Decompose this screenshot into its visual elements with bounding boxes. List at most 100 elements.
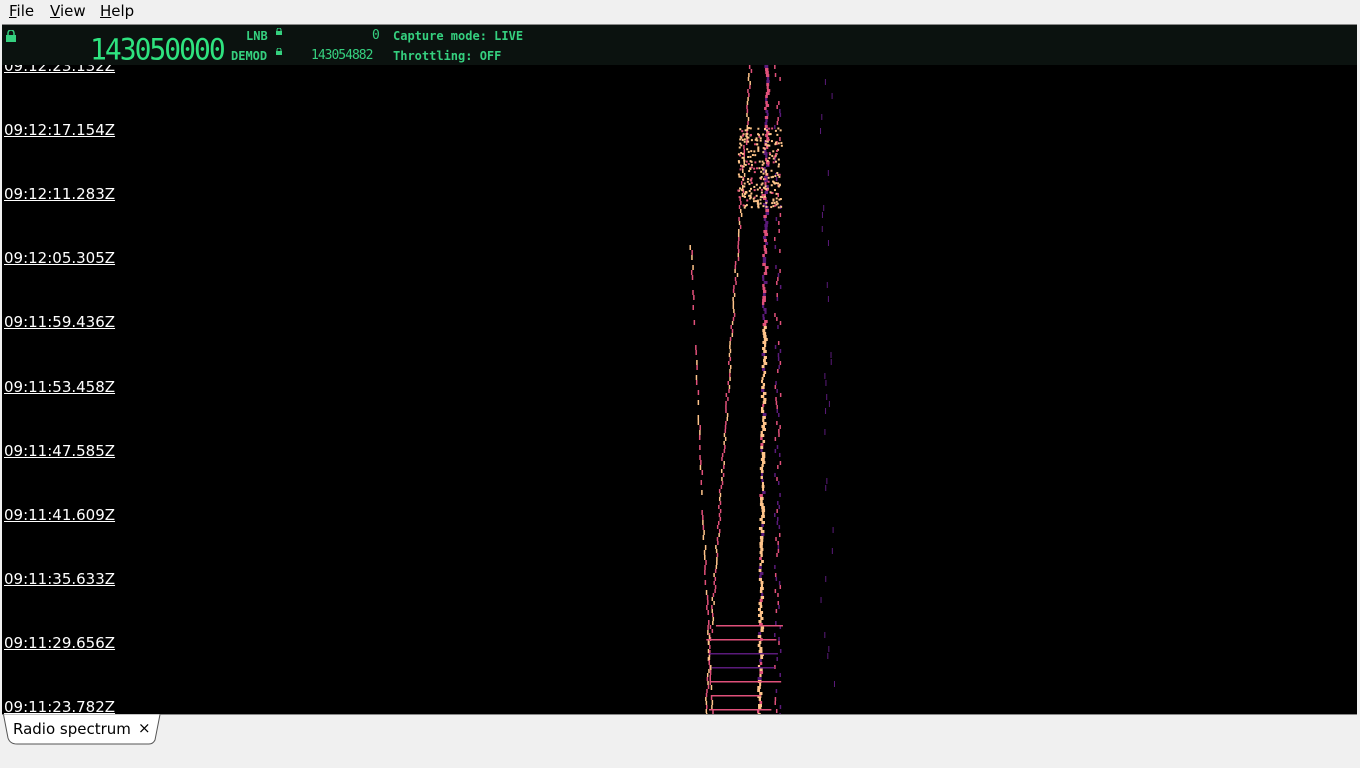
signal-trace	[776, 521, 779, 525]
signal-trace	[715, 549, 718, 553]
signal-trace	[774, 313, 776, 317]
signal-burst	[741, 134, 744, 137]
signal-trace	[763, 215, 767, 218]
signal-trace	[764, 311, 767, 314]
signal-trace	[735, 281, 737, 285]
signal-trace	[710, 665, 712, 670]
signal-trace	[821, 212, 823, 218]
signal-trace	[777, 353, 780, 357]
signal-trace	[764, 320, 768, 323]
signal-trace	[761, 512, 765, 515]
signal-burst	[764, 143, 767, 146]
signal-burst	[759, 139, 762, 142]
signal-trace	[723, 449, 726, 453]
signal-burst	[765, 129, 768, 132]
signal-burst	[745, 135, 748, 138]
signal-trace	[777, 357, 780, 361]
signal-trace	[778, 641, 780, 645]
signal-burst	[767, 163, 770, 166]
center-frequency[interactable]: 143050000	[90, 32, 226, 67]
signal-trace	[715, 545, 717, 549]
close-icon[interactable]: ×	[138, 719, 151, 737]
signal-trace	[732, 301, 735, 305]
signal-burst	[744, 195, 747, 198]
signal-trace	[704, 545, 707, 550]
signal-trace	[761, 533, 765, 536]
waterfall-view[interactable]: 09:12:23.132Z 09:12:17.154Z 09:12:11.283Z 0…	[2, 24, 1357, 715]
signal-trace	[821, 226, 823, 232]
signal-trace	[759, 575, 762, 578]
signal-trace	[779, 461, 782, 465]
signal-burst	[777, 206, 780, 209]
lnb-value[interactable]: 0	[372, 28, 380, 43]
signal-burst	[774, 204, 777, 207]
signal-trace	[761, 302, 765, 305]
signal-trace	[704, 555, 706, 560]
signal-trace	[700, 460, 702, 465]
tab-radio-spectrum[interactable]: Radio spectrum ×	[3, 714, 161, 745]
signal-burst	[756, 143, 759, 146]
signal-trace	[692, 305, 695, 310]
signal-trace	[826, 282, 828, 288]
signal-trace	[762, 419, 765, 422]
signal-trace	[709, 645, 711, 649]
menu-file[interactable]: File	[9, 2, 34, 20]
signal-trace	[759, 494, 763, 497]
signal-trace	[763, 248, 767, 251]
signal-trace	[762, 299, 766, 302]
signal-trace	[746, 105, 748, 109]
signal-burst	[773, 201, 776, 204]
signal-trace	[710, 685, 713, 690]
signal-burst	[759, 186, 762, 189]
signal-burst	[741, 130, 744, 133]
demod-frequency[interactable]: 143054882	[311, 48, 373, 63]
signal-trace	[720, 469, 723, 473]
signal-trace	[765, 209, 770, 212]
signal-burst	[743, 192, 746, 195]
demod-lock-icon[interactable]	[276, 48, 282, 55]
signal-trace	[743, 173, 746, 177]
signal-burst	[760, 188, 763, 191]
signal-trace	[762, 413, 767, 416]
signal-trace	[779, 77, 781, 81]
lnb-lock-icon[interactable]	[276, 28, 282, 35]
signal-trace	[761, 473, 764, 476]
signal-trace	[732, 297, 734, 301]
menu-view[interactable]: View	[50, 2, 86, 20]
signal-trace	[765, 221, 769, 224]
signal-trace	[709, 625, 712, 629]
signal-burst	[777, 163, 780, 166]
timestamp-label: 09:11:29.656Z	[4, 633, 116, 652]
signal-trace	[776, 657, 778, 661]
signal-trace	[765, 71, 769, 74]
signal-trace	[711, 597, 714, 601]
signal-trace	[761, 524, 764, 527]
signal-trace	[729, 337, 732, 341]
signal-burst	[772, 150, 775, 153]
signal-trace	[749, 81, 751, 85]
signal-burst	[756, 199, 759, 202]
signal-trace	[718, 505, 720, 509]
signal-trace	[821, 114, 823, 120]
menu-help[interactable]: Help	[100, 2, 134, 20]
signal-trace	[718, 513, 721, 517]
signal-burst	[762, 172, 765, 175]
signal-trace	[760, 470, 764, 473]
signal-burst	[747, 156, 750, 159]
signal-trace	[777, 117, 779, 121]
signal-burst	[743, 182, 746, 185]
signal-trace	[690, 270, 693, 275]
signal-burst	[775, 192, 778, 195]
signal-trace	[774, 565, 776, 569]
signal-burst	[765, 205, 768, 208]
signal-trace	[765, 104, 770, 107]
signal-trace	[774, 697, 777, 701]
signal-trace	[762, 317, 765, 320]
signal-burst	[767, 188, 770, 191]
signal-burst	[767, 180, 770, 183]
signal-trace	[776, 553, 778, 557]
signal-burst	[747, 162, 750, 165]
signal-trace	[761, 479, 764, 482]
signal-trace	[762, 491, 766, 494]
signal-trace	[697, 420, 700, 425]
